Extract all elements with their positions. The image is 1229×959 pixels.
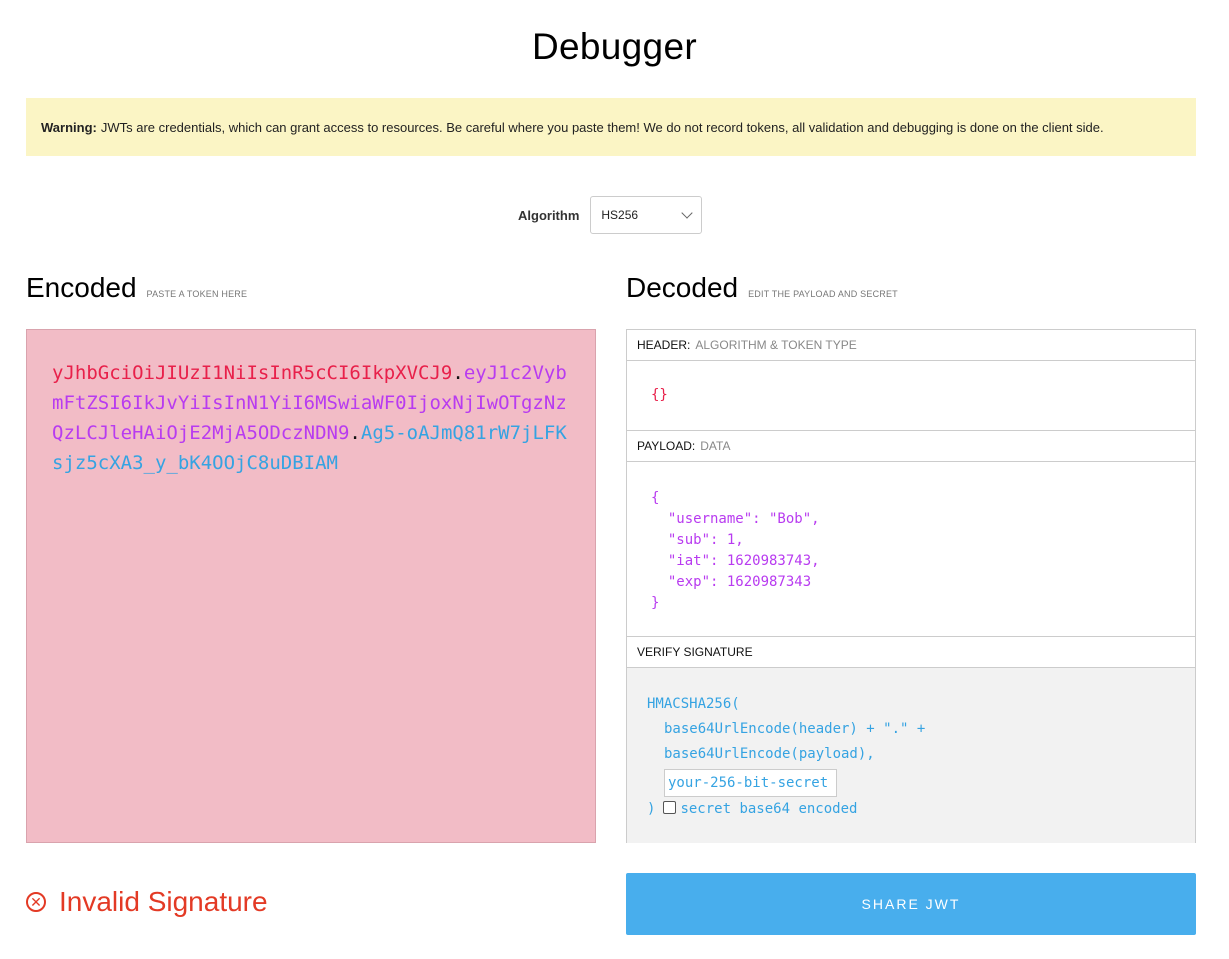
algorithm-value: HS256 (601, 208, 639, 222)
error-circle-icon: ✕ (26, 892, 46, 912)
verify-payload-line: base64UrlEncode(payload), (664, 746, 875, 762)
share-jwt-button[interactable]: SHARE JWT (626, 873, 1196, 935)
payload-json-editor[interactable]: { "username": "Bob", "sub": 1, "iat": 16… (627, 462, 1195, 637)
header-section-heading: HEADER: ALGORITHM & TOKEN TYPE (627, 330, 1195, 361)
payload-section-heading: PAYLOAD: DATA (627, 431, 1195, 462)
header-json-editor[interactable]: {} (627, 361, 1195, 431)
encoded-subtitle: PASTE A TOKEN HERE (146, 289, 248, 299)
decoded-heading: Decoded EDIT THE PAYLOAD AND SECRET (626, 272, 898, 304)
algorithm-dropdown[interactable]: HS256 (590, 196, 703, 234)
header-label: HEADER: (637, 338, 691, 352)
encoded-title: Encoded (26, 272, 137, 303)
encoded-token-editor[interactable]: yJhbGciOiJIUzI1NiIsInR5cCI6IkpXVCJ9.eyJ1… (26, 329, 596, 843)
verify-close-paren: ) (647, 801, 656, 817)
token-header-part: yJhbGciOiJIUzI1NiIsInR5cCI6IkpXVCJ9 (52, 362, 453, 384)
token-dot: . (452, 362, 464, 384)
secret-input[interactable]: your-256-bit-secret (664, 769, 837, 797)
warning-label: Warning: (41, 119, 97, 135)
verify-section-heading: VERIFY SIGNATURE (627, 637, 1195, 668)
encoded-heading: Encoded PASTE A TOKEN HERE (26, 272, 247, 304)
algorithm-label: Algorithm (518, 207, 580, 223)
header-sublabel: ALGORITHM & TOKEN TYPE (695, 338, 857, 352)
base64-label[interactable]: secret base64 encoded (680, 801, 857, 817)
algorithm-selector: Algorithm HS256 (518, 196, 703, 234)
signature-status-text: Invalid Signature (59, 886, 268, 917)
decoded-subtitle: EDIT THE PAYLOAD AND SECRET (748, 289, 898, 299)
decoded-panel: HEADER: ALGORITHM & TOKEN TYPE {} PAYLOA… (626, 329, 1196, 843)
verify-label: VERIFY SIGNATURE (637, 645, 753, 659)
decoded-title: Decoded (626, 272, 739, 303)
verify-header-line: base64UrlEncode(header) + "." + (664, 721, 926, 737)
signature-status: ✕ Invalid Signature (26, 886, 268, 918)
warning-banner: Warning: JWTs are credentials, which can… (26, 98, 1196, 156)
chevron-down-icon (681, 207, 694, 219)
verify-signature-body: HMACSHA256( base64UrlEncode(header) + ".… (627, 668, 1195, 843)
verify-func: HMACSHA256( (647, 696, 740, 712)
token-dot: . (349, 422, 361, 444)
warning-text: JWTs are credentials, which can grant ac… (100, 119, 1104, 135)
payload-sublabel: DATA (700, 439, 731, 453)
page-title: Debugger (532, 26, 697, 67)
payload-label: PAYLOAD: (637, 439, 696, 453)
base64-checkbox[interactable] (663, 801, 677, 814)
